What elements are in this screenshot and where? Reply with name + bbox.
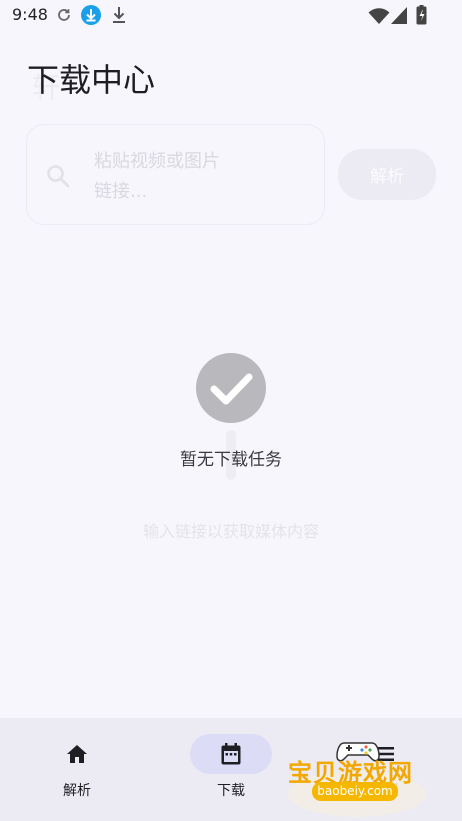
download-circle-icon bbox=[81, 5, 101, 25]
watermark-logo: 宝贝游戏网 baobeiy.com bbox=[284, 735, 430, 817]
calendar-icon bbox=[221, 743, 241, 765]
status-time: 9:48 bbox=[12, 5, 48, 24]
link-input[interactable]: 粘贴视频或图片 链接... bbox=[26, 124, 325, 225]
signal-icon bbox=[391, 7, 407, 24]
watermark-url: baobeiy.com bbox=[312, 782, 398, 801]
battery-icon bbox=[416, 5, 427, 25]
download-center-screen: 9:48 轩 下载中心 粘贴视频或图片 链接... 解析 暂无下载任务 输入链接… bbox=[0, 0, 462, 821]
nav-label-parse: 解析 bbox=[63, 783, 91, 799]
search-icon bbox=[47, 165, 70, 188]
page-title: 下载中心 bbox=[27, 61, 156, 99]
empty-state-title: 暂无下载任务 bbox=[180, 450, 282, 470]
empty-state-subtitle: 输入链接以获取媒体内容 bbox=[142, 522, 319, 541]
status-bar: 9:48 bbox=[0, 0, 462, 32]
link-placeholder: 粘贴视频或图片 链接... bbox=[94, 151, 220, 202]
parse-button[interactable]: 解析 bbox=[338, 149, 436, 200]
nav-item-parse[interactable]: 解析 bbox=[0, 718, 154, 821]
check-circle-icon bbox=[196, 353, 266, 423]
home-icon bbox=[67, 745, 87, 763]
wifi-icon bbox=[368, 8, 390, 24]
sync-icon bbox=[58, 9, 70, 21]
download-icon bbox=[113, 7, 125, 23]
